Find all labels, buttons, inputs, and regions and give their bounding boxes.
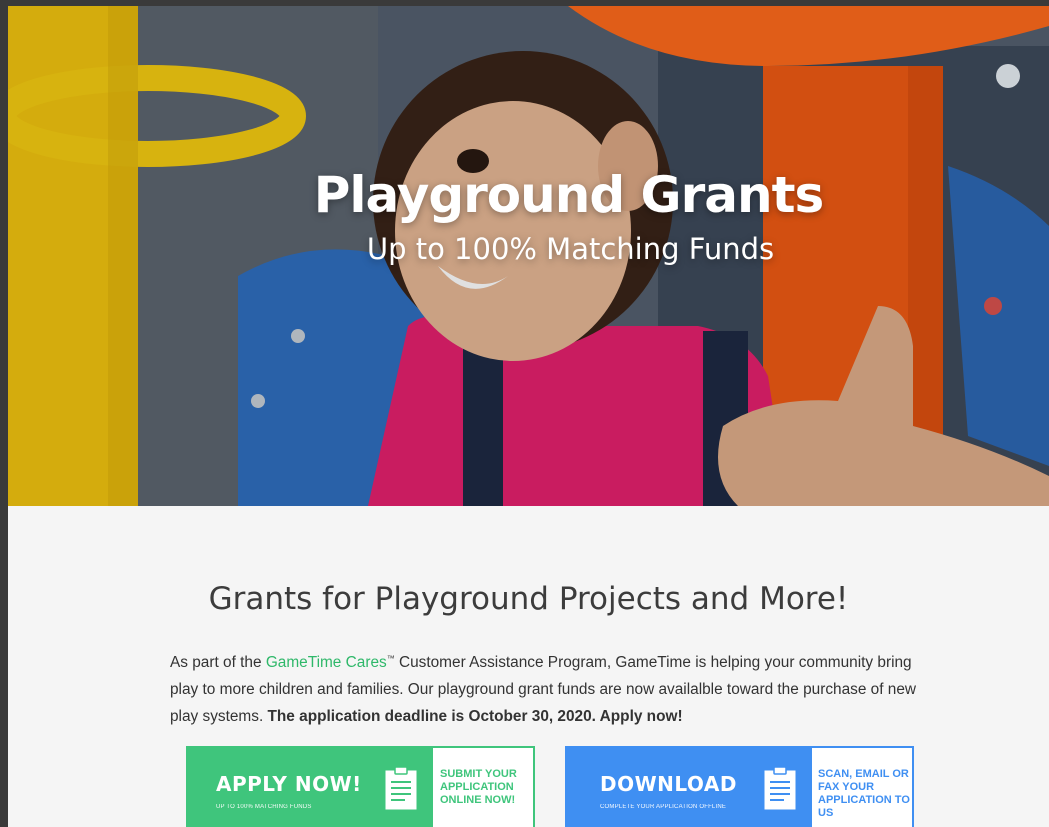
apply-now-side-text[interactable]: SUBMIT YOUR APPLICATION ONLINE NOW! (433, 746, 535, 827)
download-main[interactable]: DOWNLOAD COMPLETE YOUR APPLICATION OFFLI… (565, 746, 812, 827)
download-button[interactable]: DOWNLOAD COMPLETE YOUR APPLICATION OFFLI… (565, 746, 914, 827)
trademark-symbol: ™ (386, 654, 395, 663)
section-heading: Grants for Playground Projects and More! (208, 581, 849, 617)
document-icon (764, 766, 796, 810)
apply-now-button[interactable]: APPLY NOW! UP TO 100% MATCHING FUNDS SUB… (186, 746, 535, 827)
hero-subtitle: Up to 100% Matching Funds (366, 232, 775, 266)
hero-banner: Playground Grants Up to 100% Matching Fu… (8, 6, 1049, 506)
intro-paragraph: As part of the GameTime Cares™ Customer … (170, 645, 940, 730)
apply-now-main[interactable]: APPLY NOW! UP TO 100% MATCHING FUNDS (186, 746, 433, 827)
page-frame: Playground Grants Up to 100% Matching Fu… (8, 6, 1049, 827)
intro-text-start: As part of the (170, 654, 266, 672)
gametime-cares-link[interactable]: GameTime Cares (266, 654, 387, 671)
document-icon (385, 766, 417, 810)
download-side-text[interactable]: SCAN, EMAIL OR FAX YOUR APPLICATION TO U… (812, 746, 914, 827)
hero-title: Playground Grants (313, 166, 824, 224)
deadline-notice: The application deadline is October 30, … (267, 708, 683, 726)
